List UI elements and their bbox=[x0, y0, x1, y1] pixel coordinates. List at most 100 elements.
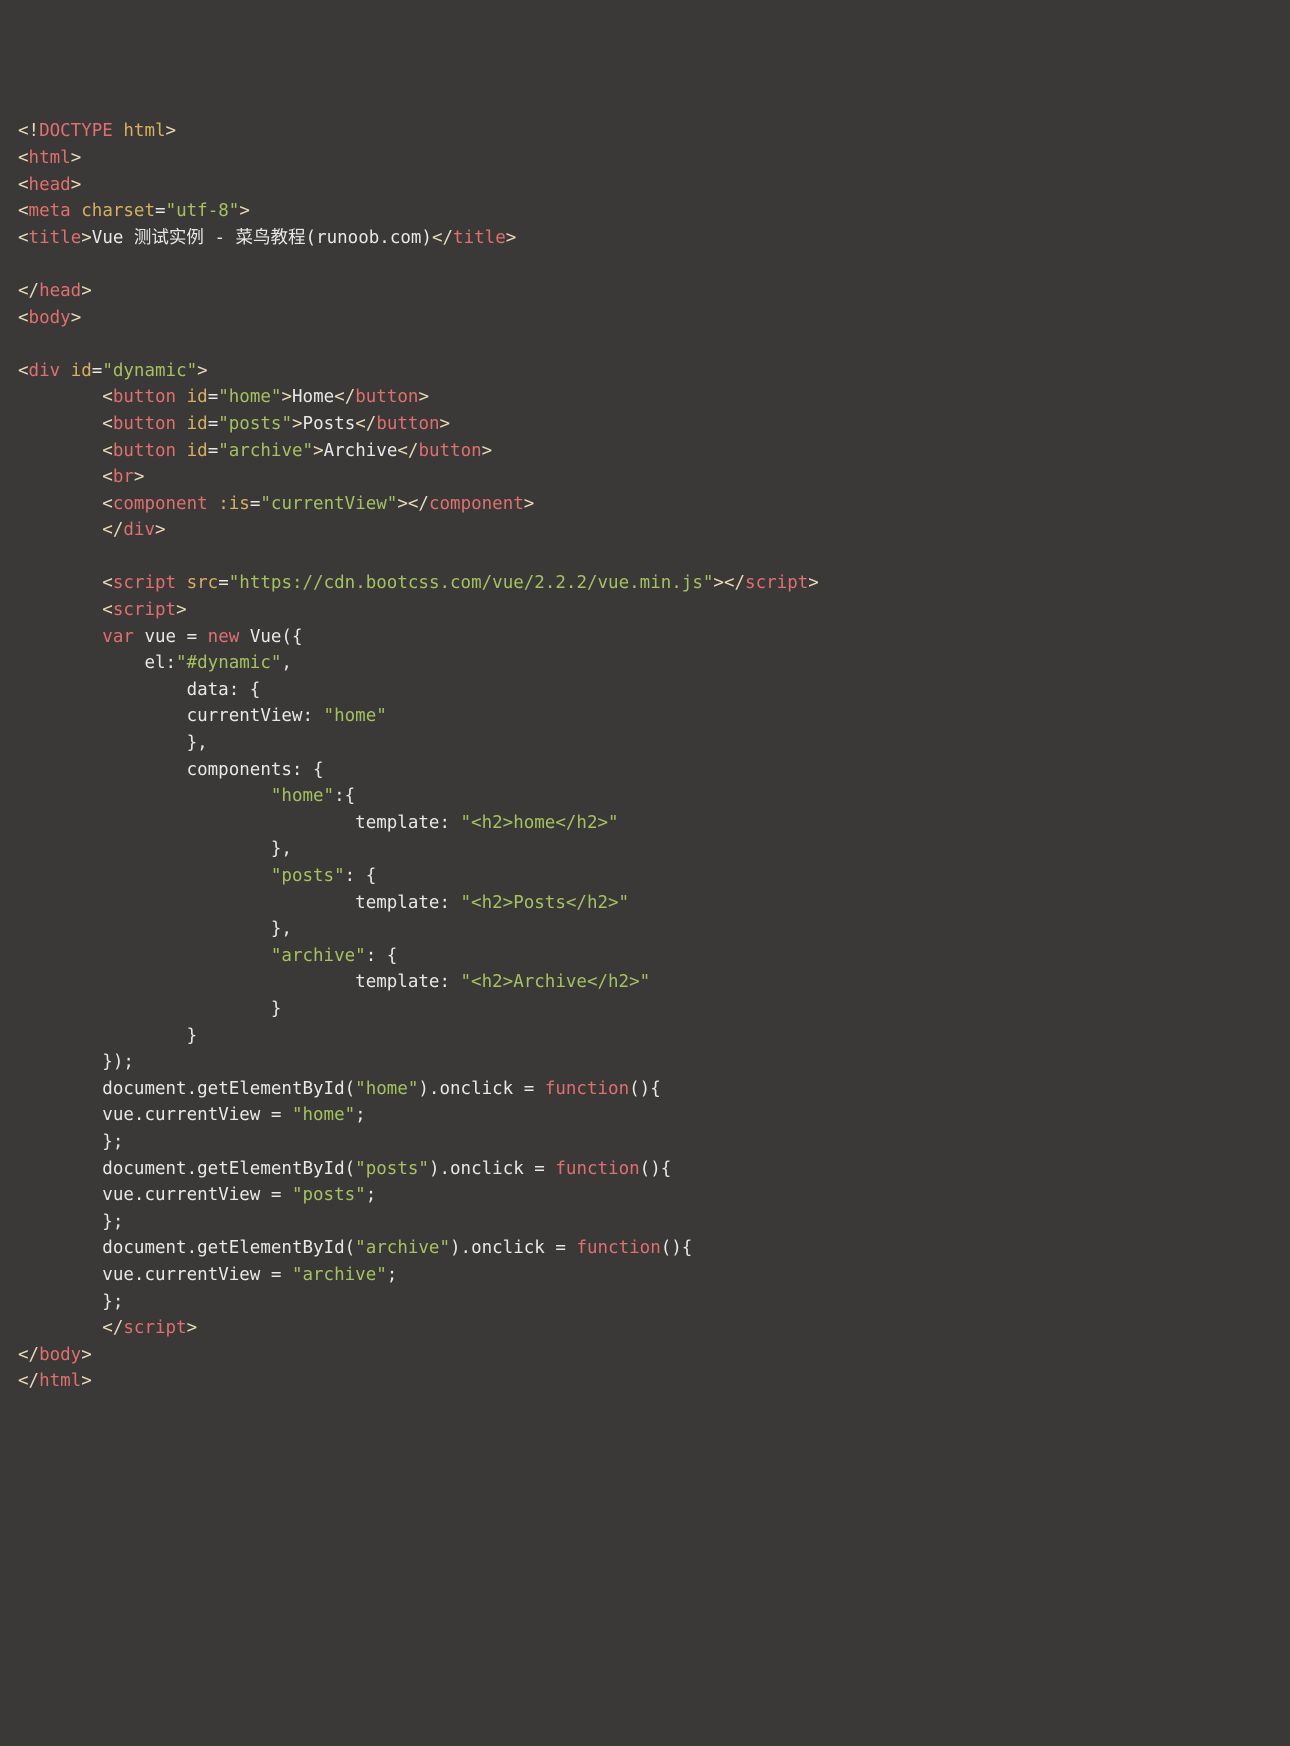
token-text: components: { bbox=[187, 760, 324, 780]
token-tag-bracket: < bbox=[102, 494, 113, 514]
token-tag-bracket: > bbox=[524, 494, 535, 514]
code-block: <!DOCTYPE html><html><head><meta charset… bbox=[18, 118, 1272, 1395]
token-tag-bracket: > bbox=[176, 600, 187, 620]
token-tag-bracket: </ bbox=[18, 1371, 39, 1391]
token-text: :{ bbox=[334, 786, 355, 806]
code-line: <button id="archive">Archive</button> bbox=[18, 438, 1272, 465]
token-text bbox=[113, 121, 124, 141]
token-tag-bracket: > bbox=[418, 387, 429, 407]
code-line: data: { bbox=[18, 677, 1272, 704]
token-tag-bracket: > bbox=[71, 175, 82, 195]
token-tag-bracket: > bbox=[397, 494, 408, 514]
code-line: <button id="home">Home</button> bbox=[18, 384, 1272, 411]
token-attr-name: html bbox=[123, 121, 165, 141]
code-line bbox=[18, 331, 1272, 358]
token-tag-name: script bbox=[113, 600, 176, 620]
token-tag-bracket: > bbox=[134, 467, 145, 487]
token-text: : { bbox=[345, 866, 377, 886]
token-tag-bracket: > bbox=[506, 228, 517, 248]
token-tag-bracket: > bbox=[81, 1345, 92, 1365]
token-str: "home" bbox=[292, 1105, 355, 1125]
code-line: "posts": { bbox=[18, 863, 1272, 890]
token-text: template: bbox=[355, 972, 460, 992]
code-line: <meta charset="utf-8"> bbox=[18, 198, 1272, 225]
code-line: document.getElementById("archive").oncli… bbox=[18, 1235, 1272, 1262]
token-tag-bracket: > bbox=[281, 387, 292, 407]
token-tag-name: button bbox=[376, 414, 439, 434]
code-line: }, bbox=[18, 730, 1272, 757]
token-text: }); bbox=[102, 1052, 134, 1072]
code-line: <component :is="currentView"></component… bbox=[18, 491, 1272, 518]
token-tag-name: head bbox=[29, 175, 71, 195]
token-text: ; bbox=[366, 1185, 377, 1205]
code-line: }, bbox=[18, 836, 1272, 863]
token-text: }, bbox=[187, 733, 208, 753]
code-line: currentView: "home" bbox=[18, 703, 1272, 730]
token-tag-name: br bbox=[113, 467, 134, 487]
token-attr-eq: = bbox=[250, 494, 261, 514]
code-line: <title>Vue 测试实例 - 菜鸟教程(runoob.com)</titl… bbox=[18, 225, 1272, 252]
token-attr-name: charset bbox=[81, 201, 155, 221]
token-tag-bracket: > bbox=[239, 201, 250, 221]
code-line: <script> bbox=[18, 597, 1272, 624]
code-line: } bbox=[18, 1023, 1272, 1050]
token-tag-bracket: <! bbox=[18, 121, 39, 141]
token-str: "home" bbox=[324, 706, 387, 726]
token-text: template: bbox=[355, 813, 460, 833]
token-text: Vue 测试实例 - 菜鸟教程(runoob.com) bbox=[92, 228, 432, 248]
code-line: <br> bbox=[18, 464, 1272, 491]
token-attr-name: id bbox=[71, 361, 92, 381]
token-text: }; bbox=[102, 1132, 123, 1152]
code-line: "archive": { bbox=[18, 943, 1272, 970]
code-line: } bbox=[18, 996, 1272, 1023]
token-attr-name: :is bbox=[218, 494, 250, 514]
token-tag-bracket: < bbox=[102, 600, 113, 620]
token-tag-bracket: < bbox=[18, 201, 29, 221]
token-str: "posts" bbox=[271, 866, 345, 886]
token-text: Vue({ bbox=[239, 627, 302, 647]
token-attr-val: "https://cdn.bootcss.com/vue/2.2.2/vue.m… bbox=[229, 573, 714, 593]
token-tag-bracket: > bbox=[81, 281, 92, 301]
token-tag-bracket: > bbox=[187, 1318, 198, 1338]
token-text bbox=[176, 414, 187, 434]
token-text: document.getElementById( bbox=[102, 1079, 355, 1099]
token-tag-name: html bbox=[29, 148, 71, 168]
token-text: document.getElementById( bbox=[102, 1159, 355, 1179]
token-text: }; bbox=[102, 1212, 123, 1232]
code-line: el:"#dynamic", bbox=[18, 650, 1272, 677]
code-line: vue.currentView = "archive"; bbox=[18, 1262, 1272, 1289]
token-text bbox=[18, 334, 29, 354]
token-kw: function bbox=[545, 1079, 629, 1099]
token-tag-bracket: < bbox=[18, 175, 29, 195]
token-str: "<h2>Posts</h2>" bbox=[461, 893, 630, 913]
token-text: }, bbox=[271, 919, 292, 939]
code-line: components: { bbox=[18, 757, 1272, 784]
token-str: "home" bbox=[355, 1079, 418, 1099]
token-tag-name: script bbox=[745, 573, 808, 593]
token-tag-bracket: < bbox=[18, 228, 29, 248]
token-text bbox=[176, 573, 187, 593]
token-tag-name: button bbox=[113, 441, 176, 461]
code-line: </head> bbox=[18, 278, 1272, 305]
token-attr-val: "posts" bbox=[218, 414, 292, 434]
token-tag-name: DOCTYPE bbox=[39, 121, 113, 141]
token-text: ; bbox=[355, 1105, 366, 1125]
token-str: "archive" bbox=[355, 1238, 450, 1258]
token-text bbox=[71, 201, 82, 221]
token-tag-bracket: < bbox=[18, 148, 29, 168]
token-text: vue.currentView = bbox=[102, 1105, 292, 1125]
code-line: <html> bbox=[18, 145, 1272, 172]
token-tag-bracket: < bbox=[102, 467, 113, 487]
token-text: }, bbox=[271, 839, 292, 859]
token-text: (){ bbox=[629, 1079, 661, 1099]
token-tag-name: head bbox=[39, 281, 81, 301]
token-tag-bracket: > bbox=[292, 414, 303, 434]
token-tag-bracket: </ bbox=[334, 387, 355, 407]
token-str: "<h2>Archive</h2>" bbox=[461, 972, 651, 992]
token-tag-bracket: < bbox=[102, 387, 113, 407]
code-line: }; bbox=[18, 1209, 1272, 1236]
token-tag-bracket: > bbox=[81, 1371, 92, 1391]
code-line: </div> bbox=[18, 517, 1272, 544]
token-attr-name: src bbox=[187, 573, 219, 593]
code-line: }); bbox=[18, 1049, 1272, 1076]
